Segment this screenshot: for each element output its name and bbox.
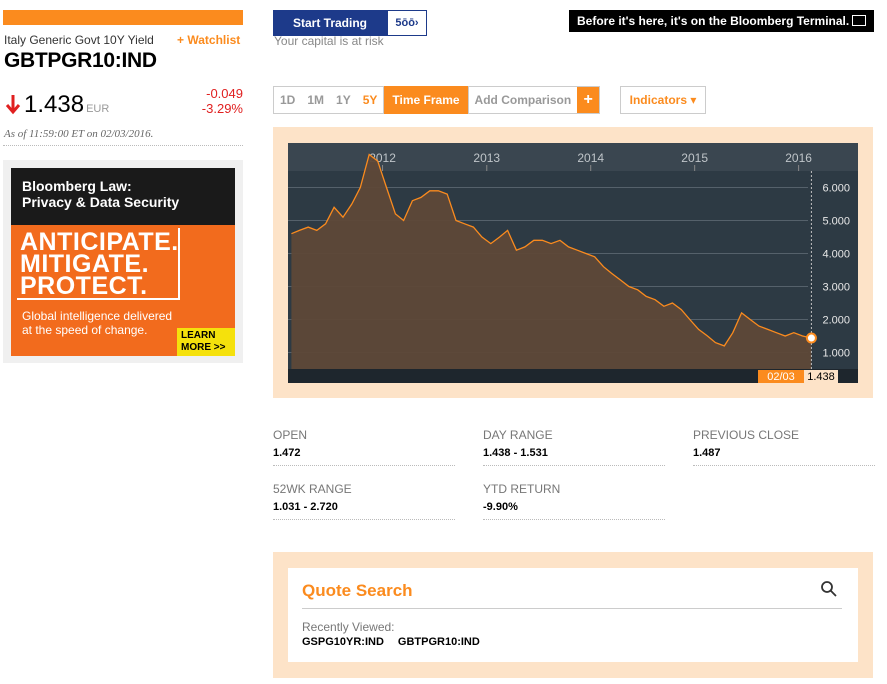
price-chart[interactable]: 6.0005.0004.0003.0002.0001.0002012 2013 20…: [288, 143, 858, 383]
stat-label: 52WK RANGE: [273, 482, 352, 496]
chart-controls: 1D 1M 1Y 5Y Time Frame Add Comparison +: [273, 86, 601, 114]
arrow-down-icon: [5, 95, 21, 115]
ad-subtext: Global intelligence delivered at the spe…: [22, 309, 172, 337]
terminal-banner[interactable]: Before it's here, it's on the Bloomberg …: [569, 10, 874, 32]
stat-value: -9.90%: [483, 501, 518, 513]
x-tick-label: 2014: [577, 151, 604, 165]
ad-subtext-line: Global intelligence delivered: [22, 309, 173, 323]
range-selector: 1D 1M 1Y 5Y: [273, 86, 385, 114]
stat-previous-close: PREVIOUS CLOSE 1.487: [693, 428, 875, 466]
ad-title-line: Privacy & Data Security: [22, 194, 180, 210]
stat-value: 1.472: [273, 447, 301, 459]
search-icon[interactable]: [820, 580, 838, 598]
stat-label: YTD RETURN: [483, 482, 561, 496]
ad-headline: ANTICIPATE. MITIGATE. PROTECT.: [20, 230, 179, 300]
ad-headline-line: PROTECT.: [20, 272, 148, 300]
stat-day-range: DAY RANGE 1.438 - 1.531: [483, 428, 665, 466]
ad-subtext-line: at the speed of change.: [22, 323, 148, 337]
y-tick-label: 4.000: [822, 249, 850, 261]
last-point-marker: [805, 332, 817, 344]
y-tick-label: 1.000: [822, 348, 850, 360]
chart-panel: 6.000 5.000 4.000 3.000 2.000 1.000 2012 2013 20…: [273, 127, 873, 398]
change-value: -0.049: [206, 86, 243, 101]
x-tick-label: 2016: [785, 151, 812, 165]
quote-search-panel: Quote Search Recently Viewed: GSPG10YR:I…: [273, 552, 873, 678]
ad-learn-line: LEARN: [181, 330, 216, 341]
y-tick-label: 2.000: [822, 315, 850, 327]
stat-label: OPEN: [273, 428, 308, 442]
ad-learn-line: MORE >>: [181, 342, 226, 353]
security-name: Italy Generic Govt 10Y Yield: [4, 33, 154, 47]
indicators-dropdown[interactable]: Indicators ▾: [620, 86, 706, 114]
divider: [302, 608, 842, 609]
add-comparison-label: Add Comparison: [474, 93, 572, 107]
divider: [3, 145, 243, 146]
terminal-icon: [852, 15, 866, 26]
recently-viewed-list: GSPG10YR:IND GBTPGR10:IND: [302, 636, 480, 648]
quote-panel: Italy Generic Govt 10Y Yield + Watchlist…: [0, 0, 246, 684]
x-tick-label: 2015: [681, 151, 708, 165]
broker-logo[interactable]: 5ōō›: [387, 10, 427, 36]
add-comparison-button[interactable]: Add Comparison +: [467, 86, 601, 114]
orange-header-bar: [3, 10, 243, 25]
recently-viewed-label: Recently Viewed:: [302, 620, 395, 634]
range-1d-button[interactable]: 1D: [274, 87, 301, 113]
range-5y-button[interactable]: 5Y: [357, 87, 384, 113]
advertisement[interactable]: Bloomberg Law: Privacy & Data Security A…: [11, 168, 235, 356]
stat-ytd-return: YTD RETURN -9.90%: [483, 482, 665, 520]
stat-label: DAY RANGE: [483, 428, 553, 442]
plus-icon[interactable]: +: [577, 87, 600, 113]
last-date-label: 02/03: [767, 371, 795, 383]
currency-label: EUR: [86, 103, 110, 115]
stat-value: 1.438 - 1.531: [483, 447, 548, 459]
last-value-label: 1.438: [807, 371, 835, 383]
recent-item[interactable]: GSPG10YR:IND: [302, 636, 384, 648]
range-1y-button[interactable]: 1Y: [330, 87, 357, 113]
risk-disclaimer: Your capital is at risk: [274, 34, 384, 48]
x-tick-label: 2013: [473, 151, 500, 165]
advertisement-container: Bloomberg Law: Privacy & Data Security A…: [3, 160, 243, 363]
y-tick-label: 5.000: [822, 216, 850, 228]
terminal-banner-text: Before it's here, it's on the Bloomberg …: [577, 14, 850, 28]
quote-search-title: Quote Search: [302, 581, 413, 600]
recent-item[interactable]: GBTPGR10:IND: [398, 636, 480, 648]
stat-52wk-range: 52WK RANGE 1.031 - 2.720: [273, 482, 455, 520]
stat-open: OPEN 1.472: [273, 428, 455, 466]
ad-title: Bloomberg Law: Privacy & Data Security: [22, 178, 179, 210]
range-1m-button[interactable]: 1M: [301, 87, 330, 113]
stat-value: 1.031 - 2.720: [273, 501, 338, 513]
ticker-symbol: GBTPGR10:IND: [4, 49, 157, 72]
timestamp: As of 11:59:00 ET on 02/03/2016.: [4, 128, 154, 140]
ad-title-line: Bloomberg Law:: [22, 178, 132, 194]
quote-search-box: Quote Search Recently Viewed: GSPG10YR:I…: [288, 568, 858, 662]
price-block: 1.438 EUR: [4, 88, 109, 119]
watchlist-button[interactable]: + Watchlist: [177, 33, 240, 47]
ad-learn-more-button[interactable]: LEARN MORE >>: [177, 328, 235, 356]
price-change: -0.049 -3.29%: [202, 86, 243, 116]
stat-label: PREVIOUS CLOSE: [693, 428, 800, 442]
stat-value: 1.487: [693, 447, 721, 459]
price-value: 1.438: [24, 91, 85, 118]
y-tick-label: 3.000: [822, 282, 850, 294]
start-trading-button[interactable]: Start Trading: [273, 10, 387, 36]
time-frame-button[interactable]: Time Frame: [384, 86, 468, 114]
ad-orange-panel: ANTICIPATE. MITIGATE. PROTECT. Global in…: [11, 225, 235, 356]
change-percent: -3.29%: [201, 101, 243, 116]
y-tick-label: 6.000: [822, 183, 850, 195]
